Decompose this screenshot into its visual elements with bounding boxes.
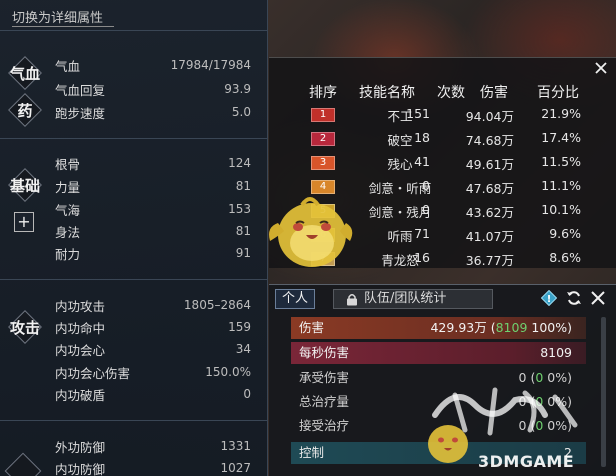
refresh-icon[interactable] <box>566 290 582 306</box>
skill-percent-cell: 9.6% <box>549 226 581 241</box>
attribute-panel: 切换为详细属性 气血 药 气血 17984/17984 气血回复 93.9 跑步… <box>0 0 268 476</box>
skill-count-cell: 71 <box>414 226 430 241</box>
category-label-yao: 药 <box>17 101 33 120</box>
header-skill-name[interactable]: 技能名称 <box>359 82 415 102</box>
stat-row-waigong-defense: 外功防御 1331 <box>55 439 251 455</box>
skill-count-cell: 41 <box>414 154 430 169</box>
watermark-mascot-icon <box>428 425 468 463</box>
stat-row-neigong-crit: 内功会心 34 <box>55 342 251 358</box>
stat-row-neigong-hit: 内功命中 159 <box>55 320 251 336</box>
skill-count-cell: 0 <box>422 202 430 217</box>
skill-count-cell: 151 <box>406 106 430 121</box>
header-percent[interactable]: 百分比 <box>537 82 579 102</box>
skill-count-cell: 18 <box>414 130 430 145</box>
divider <box>0 279 268 280</box>
category-label-gongji: 攻击 <box>9 318 40 337</box>
category-badge-defense <box>4 452 42 476</box>
header-damage[interactable]: 伤害 <box>480 82 508 102</box>
skill-percent-cell: 8.6% <box>549 250 581 265</box>
skill-name-cell: 剑意・听雨 <box>368 181 432 196</box>
skill-count-cell: 0 <box>422 178 430 193</box>
diamond-info-icon[interactable]: ! <box>541 290 557 306</box>
skill-percent-cell: 10.1% <box>541 202 581 217</box>
add-attribute-button[interactable]: + <box>14 212 34 232</box>
divider <box>0 420 268 421</box>
stat-row-neigong-attack: 内功攻击 1805–2864 <box>55 298 251 314</box>
stat-row-neigong-break: 内功破盾 0 <box>55 387 251 403</box>
skill-percent-cell: 21.9% <box>541 106 581 121</box>
tab-team-statistics-label: 队伍/团队统计 <box>364 291 447 306</box>
stat-row-qixue: 气血 17984/17984 <box>55 58 251 74</box>
rank-badge: 3 <box>311 156 335 170</box>
skill-damage-cell: 94.04万 <box>465 109 514 124</box>
stat-row-neigong-crit-damage: 内功会心伤害 150.0% <box>55 365 251 381</box>
tab-team-statistics[interactable]: 队伍/团队统计 <box>333 289 493 309</box>
skill-damage-cell: 36.77万 <box>465 253 514 268</box>
skill-name-cell: 不工 <box>387 109 413 124</box>
skill-name-cell: 破空 <box>387 133 413 148</box>
stat-row-naili: 耐力 91 <box>55 246 251 262</box>
category-badge-yao[interactable]: 药 <box>8 93 42 127</box>
stat-row-run-speed: 跑步速度 5.0 <box>55 105 251 121</box>
skill-name-cell: 残心 <box>387 157 413 172</box>
skill-damage-cell: 49.61万 <box>465 157 514 172</box>
skill-name-cell: 听雨 <box>387 229 413 244</box>
stat-row-neigong-defense: 内功防御 1027 <box>55 461 251 476</box>
skill-damage-cell: 74.68万 <box>465 133 514 148</box>
rank-badge: 2 <box>311 132 335 146</box>
header-rank[interactable]: 排序 <box>309 82 337 102</box>
header-count[interactable]: 次数 <box>437 82 465 102</box>
team-row-dps[interactable]: 每秒伤害 8109 <box>291 342 586 364</box>
skill-name-cell: 青龙怒 <box>381 253 419 268</box>
stat-row-liliang: 力量 81 <box>55 179 251 195</box>
team-row-damage[interactable]: 伤害 429.93万 (8109 100%) <box>291 317 586 339</box>
rank-badge: 1 <box>311 108 335 122</box>
category-label-jichu: 基础 <box>9 176 40 195</box>
tab-personal[interactable]: 个人 <box>275 289 315 309</box>
close-icon[interactable] <box>590 290 606 306</box>
stat-row-qixue-regen: 气血回复 93.9 <box>55 82 251 98</box>
skill-percent-cell: 11.5% <box>541 154 581 169</box>
skill-name-cell: 剑意・残月 <box>368 205 432 220</box>
category-badge-jichu: 基础 <box>8 168 42 202</box>
close-icon[interactable] <box>594 61 608 75</box>
skill-count-cell: 16 <box>414 250 430 265</box>
skill-damage-cell: 47.68万 <box>465 181 514 196</box>
stat-row-gengu: 根骨 124 <box>55 156 251 172</box>
stat-row-shenfa: 身法 81 <box>55 224 251 240</box>
mascot-bird-icon <box>269 197 353 267</box>
scrollbar[interactable] <box>601 317 606 467</box>
stat-row-qihai: 气海 153 <box>55 202 251 218</box>
svg-text:!: ! <box>547 294 552 305</box>
lock-icon <box>347 294 357 306</box>
category-badge-gongji: 攻击 <box>8 310 42 344</box>
watermark-text: 3DMGAME <box>478 452 575 471</box>
skill-percent-cell: 17.4% <box>541 130 581 145</box>
divider <box>0 30 268 31</box>
skill-damage-cell: 43.62万 <box>465 205 514 220</box>
divider <box>0 138 268 139</box>
category-badge-qixue: 气血 <box>8 56 42 90</box>
category-label-qixue: 气血 <box>9 64 40 83</box>
skill-percent-cell: 11.1% <box>541 178 581 193</box>
toggle-detailed-attributes-link[interactable]: 切换为详细属性 <box>12 7 114 27</box>
skill-damage-cell: 41.07万 <box>465 229 514 244</box>
